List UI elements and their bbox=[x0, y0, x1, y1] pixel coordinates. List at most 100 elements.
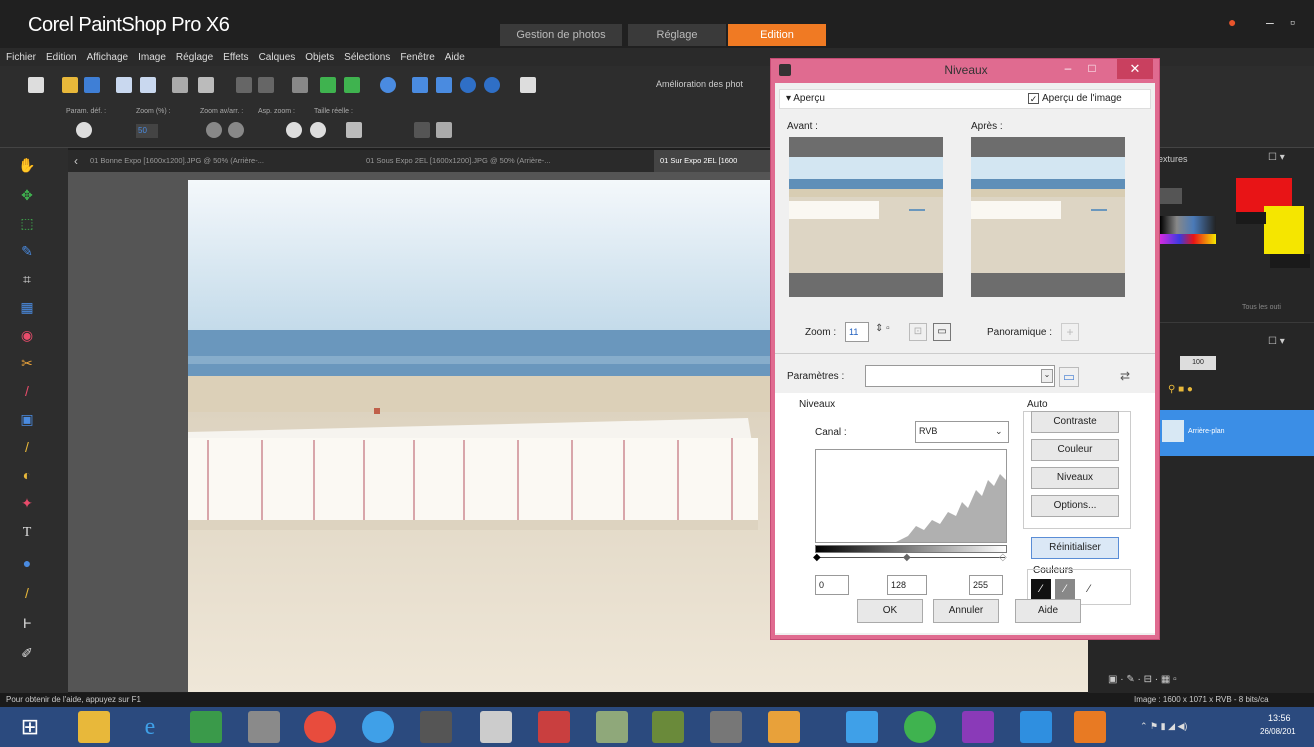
app-icon-5[interactable] bbox=[652, 711, 684, 743]
tab-reglage[interactable]: Réglage bbox=[628, 24, 726, 46]
paintshop-taskbar-icon[interactable] bbox=[480, 711, 512, 743]
gray-eyedropper-icon[interactable]: ⁄ bbox=[1055, 579, 1075, 599]
makeover-tool-icon[interactable]: ✂ bbox=[16, 352, 38, 374]
zoom-field[interactable]: 11 bbox=[845, 322, 869, 342]
layer-opacity-field[interactable]: 100 bbox=[1180, 356, 1216, 370]
app-icon-6[interactable] bbox=[710, 711, 742, 743]
windows-start-icon[interactable]: ⊞ bbox=[14, 711, 46, 743]
menu-calques[interactable]: Calques bbox=[259, 52, 296, 63]
system-tray-icons[interactable]: ⌃ ⚑ ▮ ◢ ◀) bbox=[1140, 721, 1187, 732]
layers-bottom-toolbar[interactable]: ▣ · ✎ · ⊟ · ▦ ▫ bbox=[1108, 674, 1308, 688]
black-point-handle-icon[interactable]: ◆ bbox=[813, 552, 821, 563]
pen-tool-icon[interactable]: / bbox=[16, 582, 38, 604]
menu-selections[interactable]: Sélections bbox=[344, 52, 390, 63]
dropper-tool-icon[interactable]: ✎ bbox=[16, 240, 38, 262]
layer-tools-icons[interactable]: ⚲ ■ ● bbox=[1168, 384, 1228, 398]
input-high-field[interactable]: 255 bbox=[969, 575, 1003, 595]
open-icon[interactable] bbox=[62, 77, 78, 93]
copy-icon[interactable] bbox=[520, 77, 536, 93]
texture-toggle-secondary[interactable] bbox=[1270, 254, 1310, 268]
panel-menu-icon[interactable]: ☐ ▾ bbox=[1268, 152, 1285, 163]
couleur-button[interactable]: Couleur bbox=[1031, 439, 1119, 461]
annuler-button[interactable]: Annuler bbox=[933, 599, 999, 623]
pan-tool-icon[interactable]: ✋ bbox=[16, 154, 38, 176]
move-tool-icon[interactable]: ✥ bbox=[16, 184, 38, 206]
secondary-color-swatch[interactable] bbox=[1264, 206, 1304, 254]
apercu-toggle-label[interactable]: ▾ Aperçu bbox=[786, 93, 825, 104]
dialog-maximize-icon[interactable]: □ bbox=[1081, 59, 1103, 79]
reinitialiser-button[interactable]: Réinitialiser bbox=[1031, 537, 1119, 559]
paint-brush-icon[interactable]: / bbox=[16, 436, 38, 458]
text-tool-icon[interactable]: T bbox=[16, 522, 38, 544]
notification-icon[interactable]: ● bbox=[1228, 14, 1236, 30]
save-preset-icon[interactable]: ▭ bbox=[1059, 367, 1079, 387]
skype-icon[interactable] bbox=[1020, 711, 1052, 743]
reset-preset-icon[interactable]: ⇄ bbox=[1115, 367, 1135, 387]
zoom-plus-icon[interactable] bbox=[228, 122, 244, 138]
midpoint-handle-icon[interactable]: ◆ bbox=[903, 552, 911, 563]
save-icon[interactable] bbox=[116, 77, 132, 93]
internet-explorer-icon[interactable]: e bbox=[134, 711, 166, 743]
white-point-handle-icon[interactable]: ◇ bbox=[999, 552, 1007, 563]
chrome-icon[interactable] bbox=[304, 711, 336, 743]
before-preview[interactable] bbox=[789, 137, 943, 297]
menu-image[interactable]: Image bbox=[138, 52, 166, 63]
picasa-icon[interactable] bbox=[362, 711, 394, 743]
minimize-icon[interactable]: – bbox=[1266, 14, 1274, 30]
save-as-icon[interactable] bbox=[140, 77, 156, 93]
info-icon[interactable] bbox=[380, 77, 396, 93]
doc-tab-sous-expo[interactable]: 01 Sous Expo 2EL [1600x1200].JPG @ 50% (… bbox=[366, 150, 648, 172]
fill-tool-icon[interactable]: ✐ bbox=[16, 642, 38, 664]
menu-aide[interactable]: Aide bbox=[445, 52, 465, 63]
ok-button[interactable]: OK bbox=[857, 599, 923, 623]
input-slider-track[interactable] bbox=[819, 557, 1005, 558]
fit-image-icon[interactable] bbox=[436, 77, 452, 93]
share-icon[interactable] bbox=[172, 77, 188, 93]
app-icon-4[interactable] bbox=[596, 711, 628, 743]
input-low-field[interactable]: 0 bbox=[815, 575, 849, 595]
menu-fichier[interactable]: Fichier bbox=[6, 52, 36, 63]
input-mid-field[interactable]: 128 bbox=[887, 575, 927, 595]
pan-preview-icon[interactable]: + bbox=[1061, 323, 1079, 341]
color-replacer-icon[interactable]: ✦ bbox=[16, 492, 38, 514]
aide-button[interactable]: Aide bbox=[1015, 599, 1081, 623]
print-icon[interactable] bbox=[198, 77, 214, 93]
parametres-dropdown-icon[interactable]: ⌄ bbox=[1041, 369, 1053, 383]
overview-icon[interactable] bbox=[436, 122, 452, 138]
onenote-icon[interactable] bbox=[962, 711, 994, 743]
black-eyedropper-icon[interactable]: ⁄ bbox=[1031, 579, 1051, 599]
selection-tool-icon[interactable]: ⬚ bbox=[16, 212, 38, 234]
clock-date[interactable]: 26/08/201 bbox=[1260, 727, 1296, 736]
tabs-left-arrow-icon[interactable]: ‹ bbox=[68, 150, 84, 172]
zoom-spin-icon[interactable]: ⇕ ▫ bbox=[875, 323, 905, 341]
tab-edition[interactable]: Edition bbox=[728, 24, 826, 46]
redo-icon[interactable] bbox=[258, 77, 274, 93]
color-palette-row2[interactable] bbox=[1160, 234, 1216, 244]
zoom-fit-icon[interactable] bbox=[286, 122, 302, 138]
palette-swap-icon[interactable] bbox=[1160, 188, 1182, 204]
doc-tab-bonne-expo[interactable]: 01 Bonne Expo [1600x1200].JPG @ 50% (Arr… bbox=[90, 150, 360, 172]
after-preview[interactable] bbox=[971, 137, 1125, 297]
app-icon-7[interactable] bbox=[768, 711, 800, 743]
spotify-icon[interactable] bbox=[904, 711, 936, 743]
rotate-right-icon[interactable] bbox=[344, 77, 360, 93]
dialog-minimize-icon[interactable]: – bbox=[1057, 59, 1079, 79]
red-eye-tool-icon[interactable]: ◉ bbox=[16, 324, 38, 346]
zoom-fill-icon[interactable] bbox=[310, 122, 326, 138]
file-explorer-icon[interactable] bbox=[78, 711, 110, 743]
apercu-image-checkbox[interactable]: ✓ bbox=[1028, 93, 1039, 104]
pan-icon[interactable] bbox=[414, 122, 430, 138]
zoom-actual-preview-icon[interactable]: ▭ bbox=[933, 323, 951, 341]
crop-icon[interactable] bbox=[292, 77, 308, 93]
clone-tool-icon[interactable]: / bbox=[16, 380, 38, 402]
menu-affichage[interactable]: Affichage bbox=[87, 52, 129, 63]
niveaux-button[interactable]: Niveaux bbox=[1031, 467, 1119, 489]
maximize-icon[interactable]: ▫ bbox=[1290, 14, 1295, 30]
canal-dropdown-icon[interactable]: ⌄ bbox=[995, 426, 1003, 437]
crop-tool-icon[interactable]: ⌗ bbox=[16, 268, 38, 290]
presets-icon[interactable] bbox=[76, 122, 92, 138]
parametres-select[interactable] bbox=[865, 365, 1055, 387]
browse-icon[interactable] bbox=[84, 77, 100, 93]
clock-time[interactable]: 13:56 bbox=[1268, 713, 1291, 723]
menu-edition[interactable]: Edition bbox=[46, 52, 77, 63]
